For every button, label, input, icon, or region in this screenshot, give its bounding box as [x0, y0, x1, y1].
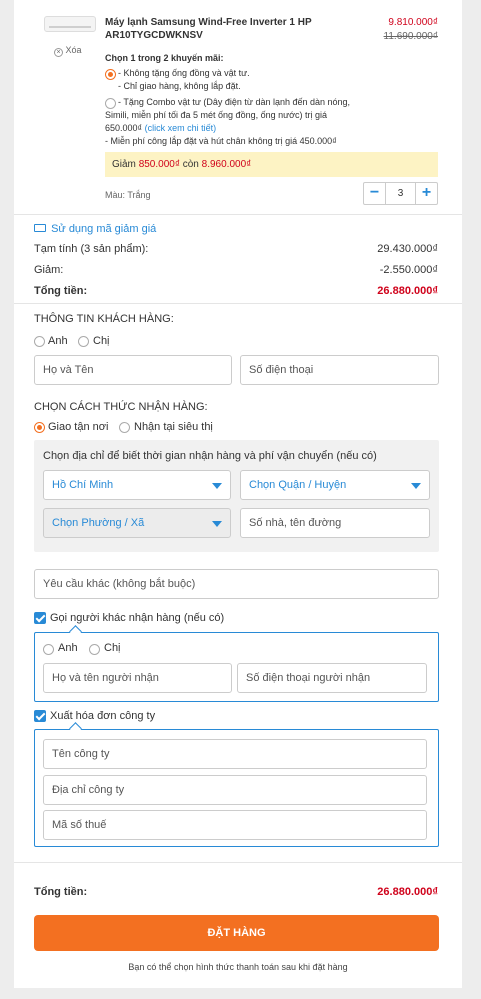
chevron-down-icon [411, 483, 421, 489]
delivery-store-label[interactable]: Nhận tại siêu thị [134, 421, 213, 433]
receiver-name-input[interactable]: Họ và tên người nhận [43, 663, 232, 693]
receiver-panel: Anh Chị Họ và tên người nhận Số điện tho… [34, 625, 439, 702]
customer-mr-radio[interactable] [34, 336, 45, 347]
address-panel: Chọn địa chỉ để biết thời gian nhận hàng… [34, 440, 439, 552]
promo-detail-link[interactable]: (click xem chi tiết) [145, 123, 217, 133]
receiver-label[interactable]: Gọi người khác nhận hàng (nếu có) [50, 612, 224, 624]
chevron-down-icon [212, 521, 222, 527]
promo-option-1-line2: - Chỉ giao hàng, không lắp đặt. [118, 81, 241, 91]
promo-option-2-value: 650.000₫ [105, 123, 143, 133]
discount-final: 8.960.000₫ [201, 159, 252, 170]
divider [14, 214, 462, 215]
receiver-phone-input[interactable]: Số điện thoại người nhận [237, 663, 427, 693]
tax-code-input[interactable]: Mã số thuế [43, 810, 427, 840]
product-old-price: 11.690.000₫ [383, 31, 438, 42]
company-address-input[interactable]: Địa chỉ công ty [43, 775, 427, 805]
promo-option-2-line3: 650.000₫ (click xem chi tiết) [105, 123, 216, 133]
customer-mr-label[interactable]: Anh [48, 335, 68, 347]
quantity-input[interactable]: 3 [386, 183, 415, 204]
discount-amount: 850.000₫ [138, 159, 180, 170]
quantity-minus-button[interactable]: − [364, 183, 386, 204]
product-name[interactable]: Máy lạnh Samsung Wind-Free Inverter 1 HP… [105, 16, 325, 42]
quantity-stepper: − 3 + [363, 182, 438, 205]
cart-page: × Xóa Máy lạnh Samsung Wind-Free Inverte… [14, 0, 462, 988]
customer-ms-radio[interactable] [78, 336, 89, 347]
discount-label: Giảm: [34, 264, 64, 276]
city-value: Hồ Chí Minh [52, 479, 114, 491]
footer-total-value: 26.880.000₫ [377, 886, 438, 898]
product-color: Màu: Trắng [105, 190, 151, 200]
coupon-icon [34, 224, 46, 232]
customer-phone-input[interactable]: Số điện thoại [240, 355, 439, 385]
product-image[interactable] [44, 16, 96, 32]
discount-prefix: Giảm [112, 159, 136, 170]
discount-mid: còn [182, 159, 199, 170]
street-input[interactable]: Số nhà, tên đường [240, 508, 430, 538]
customer-ms-label[interactable]: Chị [93, 335, 110, 347]
coupon-label: Sử dụng mã giảm giá [51, 223, 157, 235]
divider [14, 862, 462, 863]
quantity-plus-button[interactable]: + [415, 183, 437, 204]
total-value: 26.880.000₫ [377, 285, 438, 297]
customer-name-input[interactable]: Họ và Tên [34, 355, 232, 385]
promo-option-2-radio[interactable] [105, 98, 116, 109]
remove-icon: × [54, 48, 63, 57]
customer-heading: THÔNG TIN KHÁCH HÀNG: [34, 313, 174, 325]
subtotal-label: Tạm tính (3 sản phẩm): [34, 243, 149, 255]
divider [14, 303, 462, 304]
address-hint: Chọn địa chỉ để biết thời gian nhận hàng… [43, 450, 377, 462]
invoice-panel: Tên công ty Địa chỉ công ty Mã số thuế [34, 722, 439, 847]
delivery-store-radio[interactable] [119, 422, 130, 433]
promo-option-2-line1: - Tặng Combo vật tư (Dây điện từ dàn lạn… [118, 97, 351, 107]
receiver-ms-radio[interactable] [89, 644, 100, 655]
chevron-down-icon [212, 483, 222, 489]
payment-note: Bạn có thể chọn hình thức thanh toán sau… [128, 962, 348, 972]
order-button[interactable]: ĐẶT HÀNG [34, 915, 439, 951]
invoice-label[interactable]: Xuất hóa đơn công ty [50, 710, 155, 722]
promo-option-2-line2: Simili, miễn phí tối đa 5 mét ống đồng, … [105, 110, 328, 120]
invoice-panel-notch [69, 722, 82, 735]
promo-title: Chọn 1 trong 2 khuyến mãi: [105, 53, 224, 63]
promo-option-1-line1: - Không tặng ống đồng và vật tư. [118, 68, 250, 78]
ward-select[interactable]: Chọn Phường / Xã [43, 508, 231, 538]
discount-value: -2.550.000₫ [379, 264, 438, 276]
invoice-checkbox[interactable] [34, 710, 46, 722]
promo-option-1-radio[interactable] [105, 69, 116, 80]
city-select[interactable]: Hồ Chí Minh [43, 470, 231, 500]
delivery-home-radio[interactable] [34, 422, 45, 433]
company-name-input[interactable]: Tên công ty [43, 739, 427, 769]
delivery-home-label[interactable]: Giao tận nơi [48, 421, 108, 433]
other-request-input[interactable]: Yêu cầu khác (không bắt buộc) [34, 569, 439, 599]
delivery-heading: CHỌN CÁCH THỨC NHẬN HÀNG: [34, 401, 208, 413]
total-label: Tổng tiền: [34, 285, 88, 297]
receiver-panel-notch [69, 625, 82, 638]
coupon-link[interactable]: Sử dụng mã giảm giá [34, 223, 156, 235]
footer-total-label: Tổng tiền: [34, 886, 88, 898]
receiver-checkbox[interactable] [34, 612, 46, 624]
receiver-ms-label[interactable]: Chị [104, 642, 121, 654]
discount-banner: Giảm 850.000₫ còn 8.960.000₫ [105, 152, 438, 177]
remove-label: Xóa [65, 45, 82, 55]
district-select[interactable]: Chọn Quận / Huyện [240, 470, 430, 500]
receiver-mr-label[interactable]: Anh [58, 642, 78, 654]
remove-button[interactable]: × Xóa [54, 45, 82, 57]
product-price: 9.810.000₫ [388, 17, 438, 28]
ward-value: Chọn Phường / Xã [52, 517, 145, 529]
promo-option-2-line4: - Miễn phí công lắp đặt và hút chân khôn… [105, 136, 337, 146]
subtotal-value: 29.430.000₫ [377, 243, 438, 255]
receiver-mr-radio[interactable] [43, 644, 54, 655]
district-value: Chọn Quận / Huyện [249, 479, 347, 491]
